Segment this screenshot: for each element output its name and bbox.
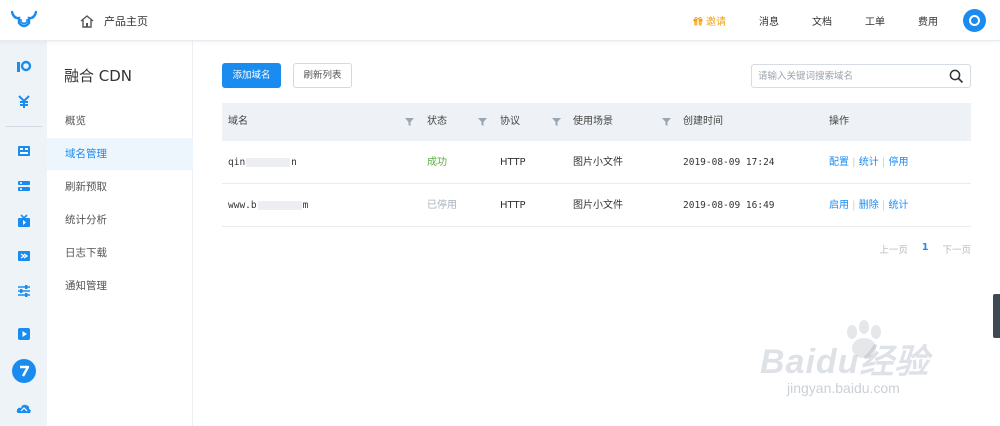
subnav-item-domains[interactable]: 域名管理: [47, 138, 193, 170]
nav-invite[interactable]: 邀请: [693, 13, 726, 28]
subnav-item-stats[interactable]: 统计分析: [47, 204, 193, 236]
database-icon: [17, 181, 30, 191]
nav-billing[interactable]: 费用: [918, 13, 938, 28]
nav-docs[interactable]: 文档: [812, 13, 832, 28]
scene-cell: 图片小文件: [573, 200, 623, 211]
domain-table: 域名 状态 协议 使用场景 创建时间 操作 qin n 成功 HTTP 图片小文件…: [222, 103, 971, 227]
protocol-cell: HTTP: [500, 200, 526, 211]
rail-storage[interactable]: [0, 136, 47, 166]
billing-icon: [17, 95, 30, 108]
scene-cell: 图片小文件: [573, 157, 623, 168]
col-domain: 域名: [228, 116, 248, 127]
domain-text-end: m: [302, 200, 309, 211]
watermark-brand: Baidu经验: [760, 343, 930, 381]
video-icon: [17, 328, 30, 340]
watermark: Baidu经验 jingyan.baidu.com: [760, 320, 990, 406]
next-page-button[interactable]: 下一页: [942, 242, 971, 256]
overview-icon: [16, 60, 31, 72]
rail-database[interactable]: [0, 171, 47, 201]
cdn-icon: [19, 365, 29, 377]
table-header: 域名 状态 协议 使用场景 创建时间 操作: [222, 103, 971, 141]
status-badge: 已停用: [427, 200, 457, 211]
product-rail: [0, 41, 47, 426]
nav-billing-label: 费用: [918, 17, 938, 28]
home-link[interactable]: 产品主页: [80, 12, 148, 30]
rail-cdn[interactable]: [0, 356, 47, 386]
subnav-item-notify[interactable]: 通知管理: [47, 270, 193, 302]
gift-icon: [693, 16, 703, 25]
top-bar: 产品主页 邀请 消息 文档 工单 费用: [0, 0, 1000, 41]
table-row: www.b m 已停用 HTTP 图片小文件 2019-08-09 16:49 启…: [222, 184, 971, 227]
rail-cloud[interactable]: [0, 393, 47, 423]
home-icon: [80, 14, 94, 28]
enable-link[interactable]: 启用: [829, 200, 849, 211]
table-row: qin n 成功 HTTP 图片小文件 2019-08-09 17:24 配置 |…: [222, 141, 971, 184]
subnav-item-refresh[interactable]: 刷新预取: [47, 171, 193, 203]
filter-icon[interactable]: [552, 118, 561, 126]
row-actions: 配置 | 统计 | 停用: [829, 157, 909, 168]
rail-transcode[interactable]: [0, 241, 47, 271]
home-label: 产品主页: [104, 15, 148, 28]
filter-icon[interactable]: [662, 118, 671, 126]
col-actions: 操作: [829, 116, 849, 127]
stats-link[interactable]: 统计: [888, 200, 908, 211]
media-icon: [17, 214, 30, 227]
subnav-item-logs[interactable]: 日志下载: [47, 237, 193, 269]
storage-icon: [17, 146, 30, 156]
rail-overview[interactable]: [0, 52, 47, 82]
subnav-item-overview[interactable]: 概览: [47, 105, 193, 137]
rail-divider: [6, 126, 42, 127]
stats-link[interactable]: 统计: [859, 157, 879, 168]
domain-cell[interactable]: www.b m: [228, 184, 308, 227]
nav-invite-label: 邀请: [706, 17, 726, 28]
nav-tickets-label: 工单: [865, 17, 885, 28]
domain-text: www.b: [228, 200, 257, 211]
settings-sliders-icon: [17, 285, 30, 297]
protocol-cell: HTTP: [500, 157, 526, 168]
current-page[interactable]: 1: [922, 242, 929, 256]
domain-text-end: n: [291, 157, 297, 168]
transcode-icon: [17, 251, 30, 261]
nav-messages-label: 消息: [759, 17, 779, 28]
config-link[interactable]: 配置: [829, 157, 849, 168]
rail-video[interactable]: [0, 319, 47, 349]
row-actions: 启用 | 删除 | 统计: [829, 200, 909, 211]
rail-media[interactable]: [0, 206, 47, 236]
search-box: [751, 64, 971, 88]
delete-link[interactable]: 删除: [859, 200, 879, 211]
prev-page-button[interactable]: 上一页: [879, 242, 908, 256]
cloud-icon: [16, 404, 31, 413]
disable-link[interactable]: 停用: [888, 157, 908, 168]
col-protocol: 协议: [500, 116, 520, 127]
created-cell: 2019-08-09 16:49: [683, 200, 775, 211]
domain-text: qin: [228, 157, 246, 168]
logo-icon[interactable]: [10, 9, 38, 31]
domain-cell[interactable]: qin n: [228, 141, 297, 184]
redacted-block: [257, 201, 302, 210]
rail-billing[interactable]: [0, 87, 47, 117]
status-badge: 成功: [427, 157, 447, 168]
redacted-block: [246, 158, 291, 167]
top-nav: 邀请 消息 文档 工单 费用: [660, 0, 938, 41]
rail-settings[interactable]: [0, 276, 47, 306]
cdn-subnav: 融合 CDN 概览 域名管理 刷新预取 统计分析 日志下载 通知管理: [47, 41, 193, 426]
filter-icon[interactable]: [478, 118, 487, 126]
pagination: 上一页 1 下一页: [879, 242, 971, 256]
search-icon[interactable]: [949, 69, 964, 84]
nav-tickets[interactable]: 工单: [865, 13, 885, 28]
add-domain-button[interactable]: 添加域名: [222, 63, 281, 88]
col-created: 创建时间: [683, 116, 723, 127]
filter-icon[interactable]: [405, 118, 414, 126]
col-scene: 使用场景: [573, 116, 613, 127]
watermark-url: jingyan.baidu.com: [787, 380, 900, 396]
refresh-list-button[interactable]: 刷新列表: [293, 63, 352, 88]
nav-messages[interactable]: 消息: [759, 13, 779, 28]
side-feedback-tab[interactable]: [993, 294, 1000, 338]
nav-docs-label: 文档: [812, 17, 832, 28]
subnav-title: 融合 CDN: [64, 67, 133, 85]
created-cell: 2019-08-09 17:24: [683, 157, 775, 168]
col-status: 状态: [427, 116, 447, 127]
user-avatar-icon[interactable]: [963, 9, 986, 32]
search-input[interactable]: [752, 65, 942, 87]
